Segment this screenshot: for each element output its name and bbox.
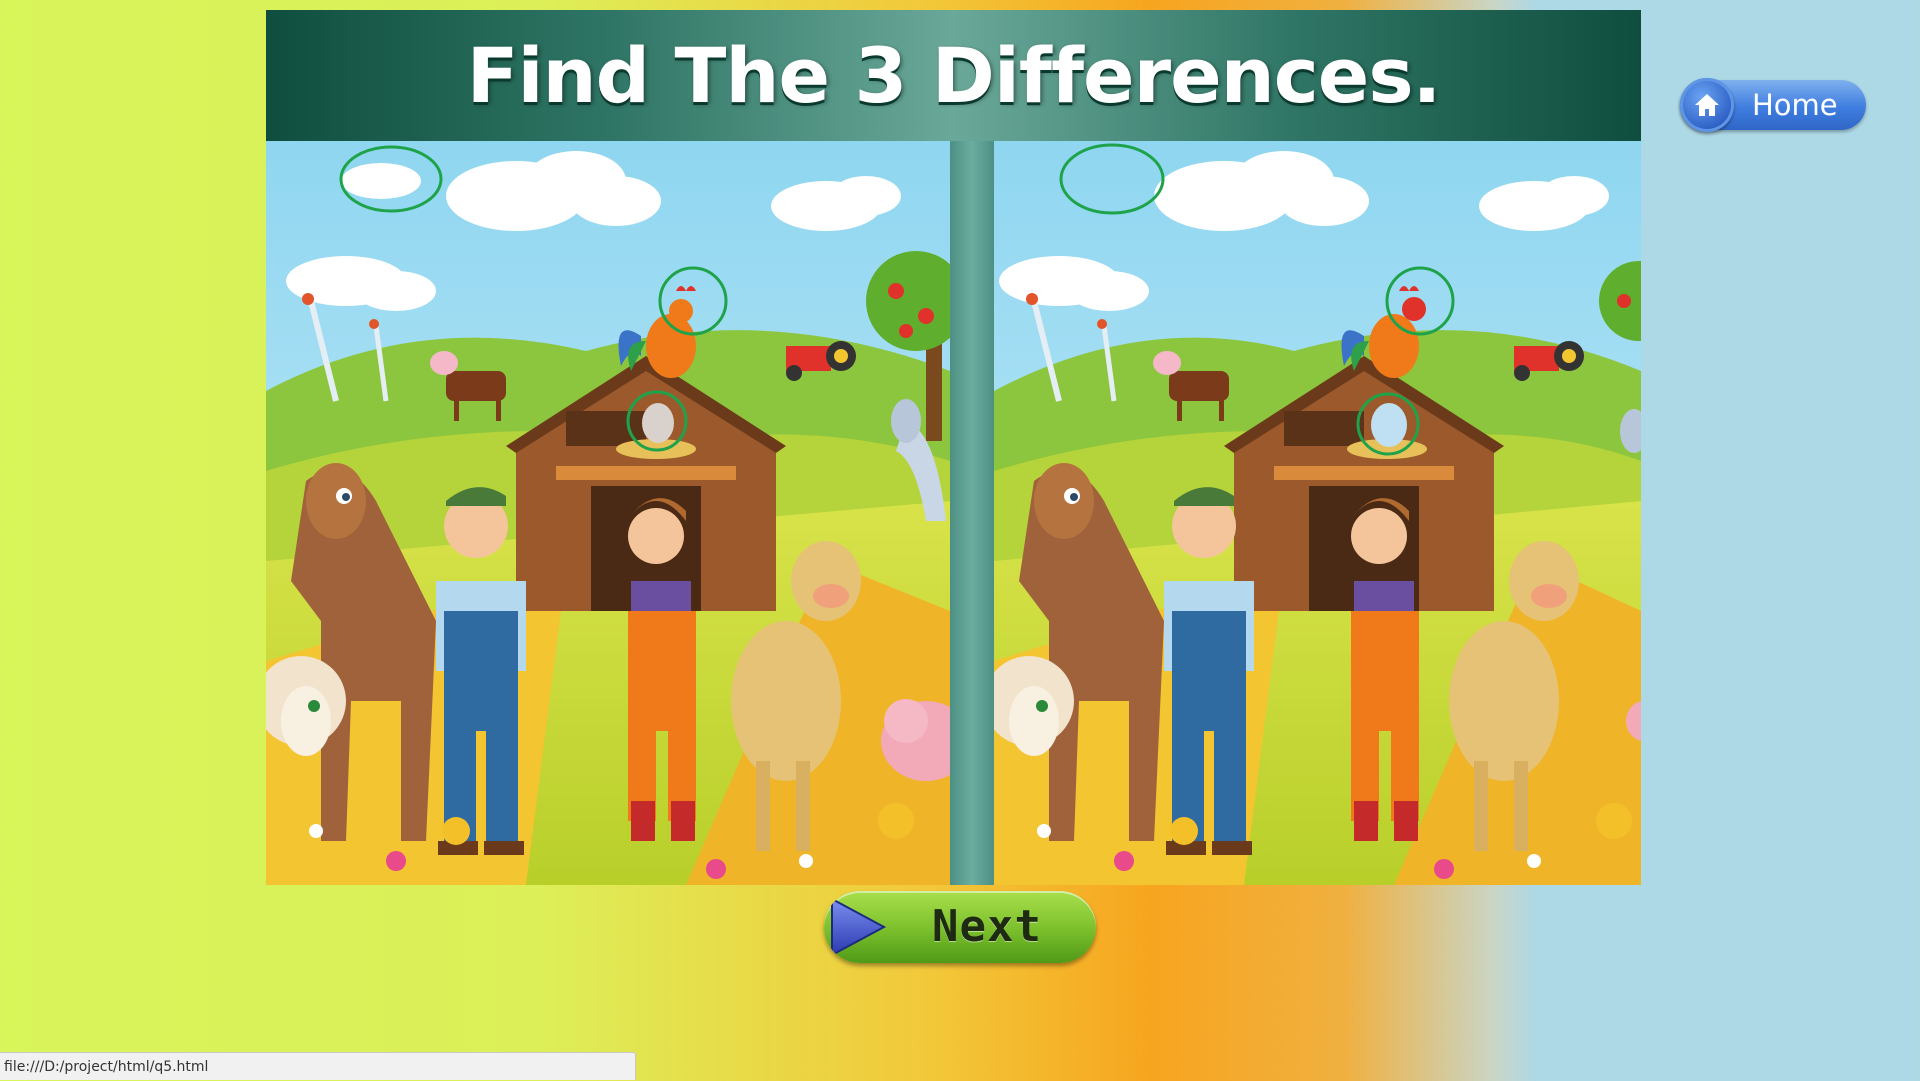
picture-divider: [950, 141, 994, 885]
cloud-small: [341, 163, 421, 199]
next-level-label: Next level: [932, 901, 1042, 952]
status-bar-url: file:///D:/project/html/q5.html: [0, 1052, 636, 1080]
right-picture[interactable]: [994, 141, 1641, 885]
home-icon[interactable]: [1680, 78, 1734, 132]
home-button-label: Home: [1752, 88, 1838, 122]
page-title: Find The 3 Differences.: [466, 30, 1442, 120]
farm-scene-right[interactable]: [994, 141, 1641, 885]
home-button[interactable]: Home: [1680, 78, 1866, 132]
next-level-button[interactable]: Next level: [824, 891, 1096, 963]
farm-scene-left[interactable]: [266, 141, 950, 885]
game-stage: Find The 3 Differences.: [266, 10, 1641, 885]
left-picture[interactable]: [266, 141, 950, 885]
